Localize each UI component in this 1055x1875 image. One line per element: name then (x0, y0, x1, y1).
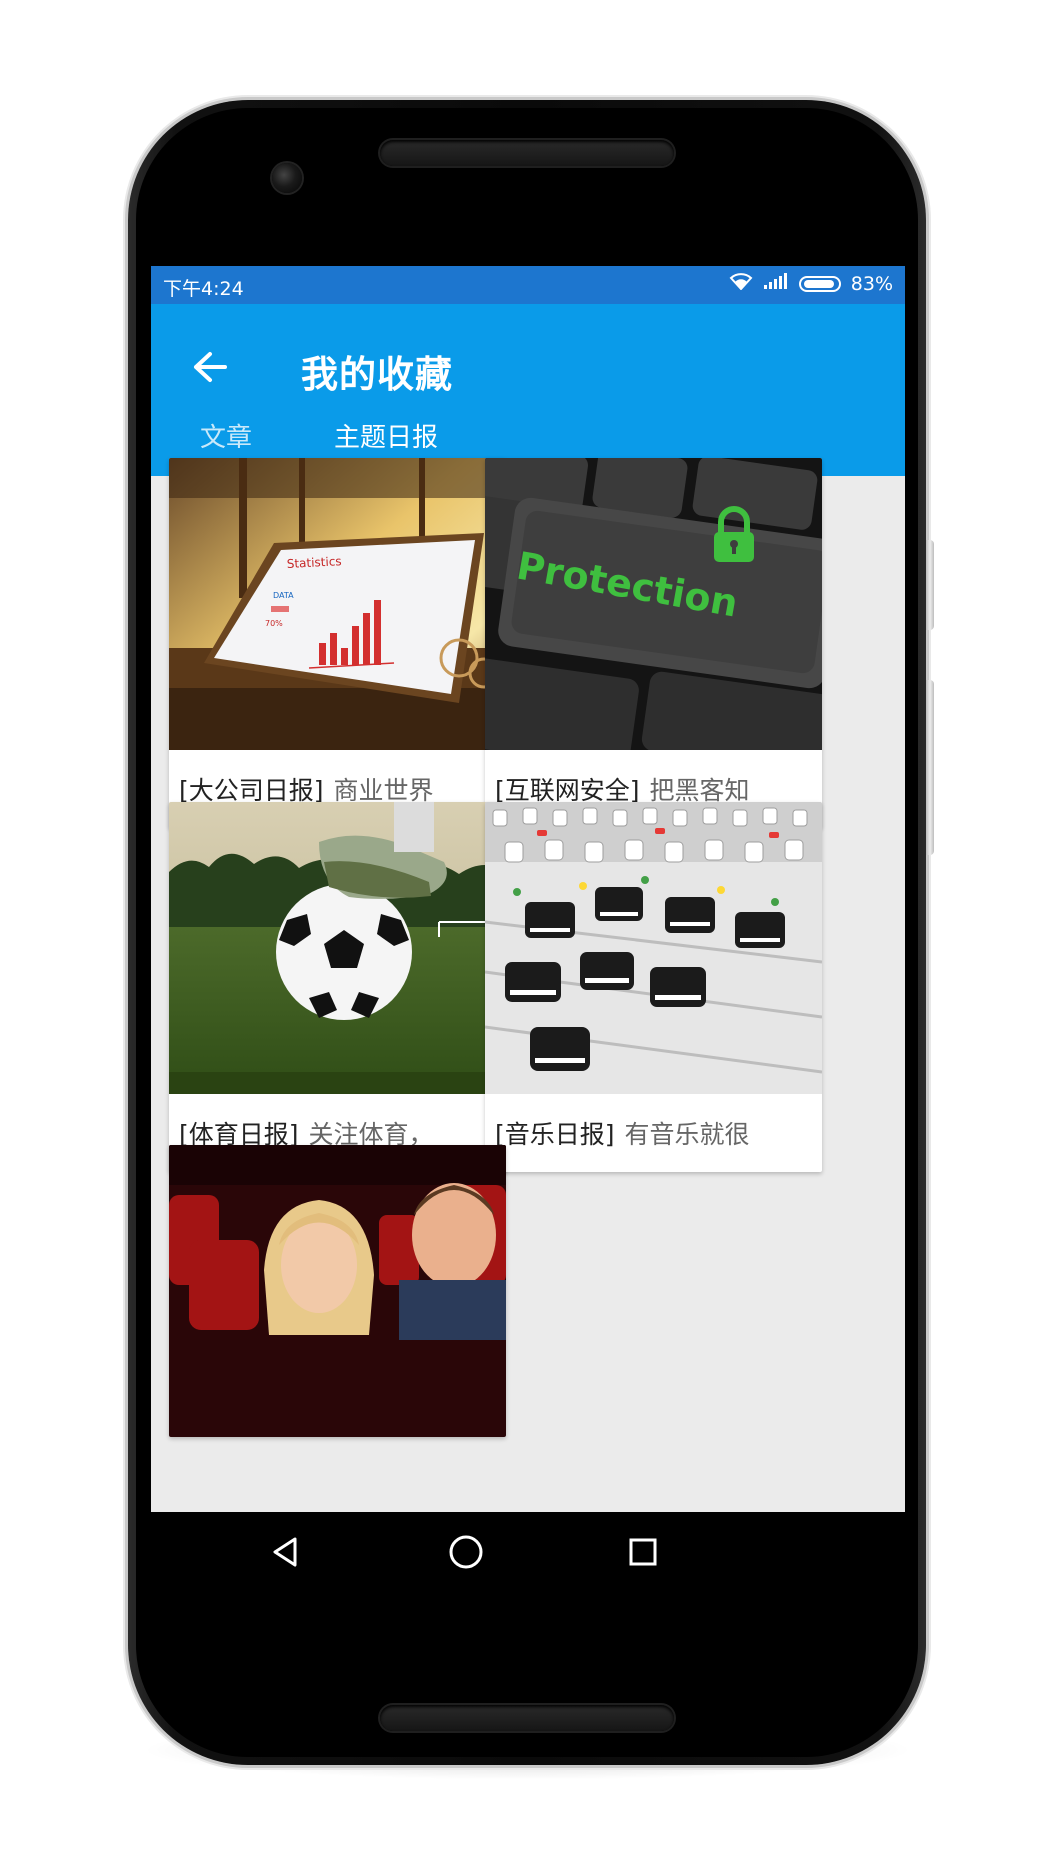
top-speaker (380, 140, 674, 166)
card-description: 有音乐就很 (624, 1120, 750, 1149)
back-triangle-icon[interactable] (260, 1526, 312, 1578)
theme-card-business[interactable]: Statistics DATA 70% [大公司日报] 商业世界 (169, 458, 506, 828)
arrow-left-icon[interactable] (185, 342, 235, 392)
card-image-keyboard-protection: Protection (485, 458, 822, 750)
wifi-icon (729, 272, 753, 295)
recents-square-icon[interactable] (617, 1526, 669, 1578)
bottom-speaker (380, 1705, 674, 1731)
system-nav-bar (151, 1512, 905, 1592)
battery-percent: 83% (850, 272, 893, 295)
theme-card-movie[interactable] (169, 1145, 506, 1437)
card-image-tablet-statistics: Statistics DATA 70% (169, 458, 506, 750)
tab-label: 主题日报 (333, 423, 438, 453)
card-tag: [音乐日报] (495, 1120, 615, 1149)
app-toolbar: 我的收藏 文章 主题日报 (151, 304, 905, 476)
home-circle-icon[interactable] (440, 1526, 492, 1578)
volume-button (926, 540, 934, 630)
image-text-data: DATA (273, 591, 294, 600)
status-icons: 83% (729, 272, 893, 295)
card-caption: [音乐日报] 有音乐就很 (485, 1094, 822, 1172)
theme-card-music[interactable]: [音乐日报] 有音乐就很 (485, 802, 822, 1172)
theme-card-security[interactable]: Protection [互联网安全] 把黑客知 (485, 458, 822, 828)
theme-card-sports[interactable]: [体育日报] 关注体育， (169, 802, 506, 1172)
status-time: 下午4:24 (163, 278, 244, 300)
image-text-statistics: Statistics (286, 554, 342, 571)
status-bar: 下午4:24 83% (151, 266, 905, 304)
front-camera (272, 163, 302, 193)
card-image-soccer (169, 802, 506, 1094)
screen: 下午4:24 83% 我的收藏 文章 主题日报 Statistics DATA … (151, 266, 905, 1512)
card-image-mixing-console (485, 802, 822, 1094)
power-button (926, 680, 934, 855)
image-text-percent: 70% (265, 619, 283, 628)
tab-label: 文章 (199, 423, 252, 453)
signal-icon (763, 272, 789, 295)
battery-icon (798, 275, 841, 292)
card-image-cinema-audience (169, 1145, 506, 1437)
page-title: 我的收藏 (301, 353, 453, 396)
